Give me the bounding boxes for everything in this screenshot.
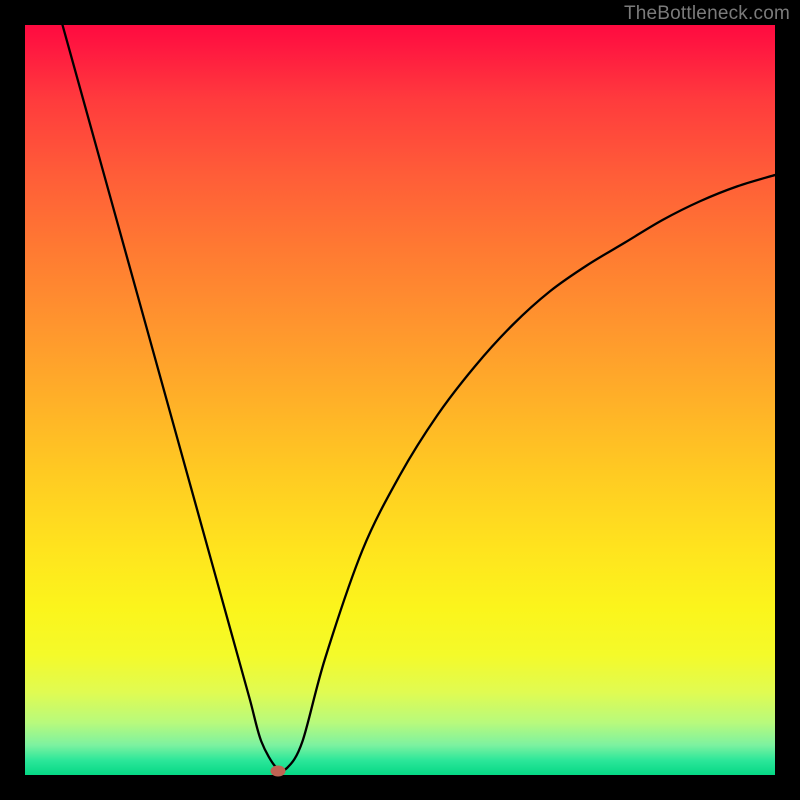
bottleneck-curve [25,25,775,775]
optimum-marker [270,766,285,777]
watermark-text: TheBottleneck.com [624,3,790,25]
chart-plot-area [25,25,775,775]
